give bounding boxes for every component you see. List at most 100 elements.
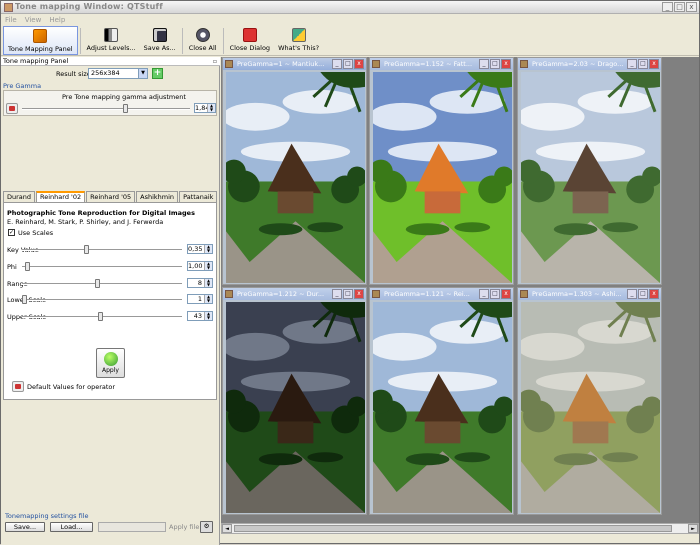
maximize-button[interactable]: □ (674, 2, 685, 12)
subwindow-close-button[interactable]: x (501, 289, 511, 299)
use-scales-checkbox[interactable]: ✓ (8, 229, 15, 236)
menu-bar: File View Help (1, 15, 699, 26)
chevron-down-icon: ▼ (138, 69, 147, 78)
app-icon (4, 3, 13, 12)
spin-arrows-icon[interactable]: ▲ ▼ (204, 245, 212, 253)
close-dialog-button[interactable]: Close Dialog (226, 26, 274, 55)
pregamma-group: Pre Tone mapping gamma adjustment 1,848 … (3, 90, 217, 116)
add-result-size-button[interactable]: + (152, 68, 163, 79)
result-subwindow[interactable]: PreGamma=1.121 ~ Rei... _ □ x (369, 287, 514, 515)
save-settings-button[interactable]: Save... (5, 522, 45, 532)
tone-mapping-window: Tone mapping Window: QTStuff _ □ x File … (0, 0, 700, 545)
param-value-spinbox[interactable]: 8 ▲ ▼ (187, 278, 213, 288)
subwindow-close-button[interactable]: x (649, 289, 659, 299)
result-subwindow[interactable]: PreGamma=1.303 ~ Ashi... _ □ x (517, 287, 662, 515)
tab-reinhard-05[interactable]: Reinhard '05 (86, 191, 136, 202)
menu-view[interactable]: View (25, 15, 42, 26)
gear-icon: ⚙ (203, 522, 210, 530)
subwindow-minimize-button[interactable]: _ (479, 289, 489, 299)
result-subwindow[interactable]: PreGamma=1 ~ Mantiuk... _ □ x (222, 57, 367, 285)
param-slider[interactable] (22, 312, 182, 321)
param-value-spinbox[interactable]: 43 ▲ ▼ (187, 311, 213, 321)
param-slider-handle[interactable] (22, 295, 27, 304)
param-slider[interactable] (22, 295, 182, 304)
subwindow-close-button[interactable]: x (501, 59, 511, 69)
subwindow-maximize-button[interactable]: □ (490, 289, 500, 299)
whats-this-button[interactable]: What's This? (274, 26, 323, 55)
image-icon (225, 290, 233, 298)
scrollbar-thumb[interactable] (234, 525, 672, 532)
subwindow-maximize-button[interactable]: □ (638, 289, 648, 299)
menu-file[interactable]: File (5, 15, 17, 26)
subwindow-close-button[interactable]: x (649, 59, 659, 69)
subwindow-close-button[interactable]: x (354, 289, 364, 299)
subwindow-maximize-button[interactable]: □ (638, 59, 648, 69)
param-value-spinbox[interactable]: 1 ▲ ▼ (187, 294, 213, 304)
result-size-select[interactable]: 256x384 ▼ (88, 68, 148, 79)
panel-float-icon[interactable]: ▫ (213, 57, 217, 66)
param-slider[interactable] (22, 262, 182, 271)
subwindow-minimize-button[interactable]: _ (627, 59, 637, 69)
close-window-button[interactable]: x (686, 2, 697, 12)
spin-arrows-icon[interactable]: ▲ ▼ (207, 104, 215, 112)
tab-durand[interactable]: Durand (3, 191, 36, 202)
tonemapped-image (521, 72, 660, 283)
subwindow-minimize-button[interactable]: _ (332, 59, 342, 69)
tab-ashikhmin[interactable]: Ashikhmin (136, 191, 179, 202)
param-slider-handle[interactable] (97, 312, 103, 321)
close-all-icon (195, 28, 210, 42)
tonemap-panel-icon (33, 29, 48, 43)
scroll-left-icon[interactable]: ◄ (222, 524, 232, 533)
subwindow-maximize-button[interactable]: □ (343, 289, 353, 299)
subwindow-minimize-button[interactable]: _ (479, 59, 489, 69)
pregamma-slider[interactable] (22, 104, 190, 113)
subwindow-minimize-button[interactable]: _ (627, 289, 637, 299)
checkmark-icon (103, 352, 118, 366)
pregamma-reset-button[interactable] (6, 103, 18, 114)
apply-button[interactable]: Apply (96, 348, 125, 378)
param-slider-handle[interactable] (84, 245, 89, 254)
spin-arrows-icon[interactable]: ▲ ▼ (204, 279, 212, 287)
tab-pattanaik[interactable]: Pattanaik (179, 191, 218, 202)
save-icon (152, 28, 167, 42)
load-settings-button[interactable]: Load... (50, 522, 93, 532)
spin-arrows-icon[interactable]: ▲ ▼ (204, 312, 212, 320)
pregamma-group-title: Pre Gamma (3, 82, 42, 90)
tonemapped-image (373, 72, 512, 283)
result-subwindow[interactable]: PreGamma=1.212 ~ Dur... _ □ x (222, 287, 367, 515)
pregamma-value-spinbox[interactable]: 1,848 ▲ ▼ (194, 103, 216, 113)
adjust-levels-button[interactable]: Adjust Levels... (83, 26, 140, 55)
subwindow-maximize-button[interactable]: □ (490, 59, 500, 69)
horizontal-scrollbar[interactable]: ◄ ► (221, 523, 699, 534)
apply-file-button[interactable]: ⚙ (200, 521, 213, 533)
spin-arrows-icon[interactable]: ▲ ▼ (204, 262, 212, 270)
settings-file-path-input[interactable] (98, 522, 166, 532)
param-label: Phi (7, 263, 17, 271)
result-subwindow[interactable]: PreGamma=2.03 ~ Drago... _ □ x (517, 57, 662, 285)
param-slider-handle[interactable] (25, 262, 31, 271)
param-slider-handle[interactable] (94, 279, 100, 288)
close-all-button[interactable]: Close All (185, 26, 221, 55)
result-subwindow[interactable]: PreGamma=1.152 ~ Fatt... _ □ x (369, 57, 514, 285)
power-icon (242, 28, 257, 42)
menu-help[interactable]: Help (49, 15, 65, 26)
spin-arrows-icon[interactable]: ▲ ▼ (204, 295, 212, 303)
param-slider[interactable] (22, 245, 182, 254)
tab-reinhard-02[interactable]: Reinhard '02 (36, 191, 86, 202)
tonemapped-image (226, 72, 365, 283)
image-icon (520, 290, 528, 298)
default-values-button[interactable] (12, 381, 24, 392)
pregamma-slider-handle[interactable] (123, 104, 129, 113)
param-slider[interactable] (22, 279, 182, 288)
tone-mapping-panel-button[interactable]: Tone Mapping Panel (3, 26, 78, 55)
subwindow-minimize-button[interactable]: _ (332, 289, 342, 299)
subwindow-maximize-button[interactable]: □ (343, 59, 353, 69)
save-as-button[interactable]: Save As... (140, 26, 180, 55)
param-value-spinbox[interactable]: 1,00 ▲ ▼ (187, 261, 213, 271)
subwindow-close-button[interactable]: x (354, 59, 364, 69)
scroll-right-icon[interactable]: ► (688, 524, 698, 533)
param-value-spinbox[interactable]: 0,35 ▲ ▼ (187, 244, 213, 254)
minimize-button[interactable]: _ (662, 2, 673, 12)
operator-authors: E. Reinhard, M. Stark, P. Shirley, and J… (7, 218, 164, 226)
mdi-area: PreGamma=1 ~ Mantiuk... _ □ x PreGamma=1.152… (221, 57, 699, 523)
